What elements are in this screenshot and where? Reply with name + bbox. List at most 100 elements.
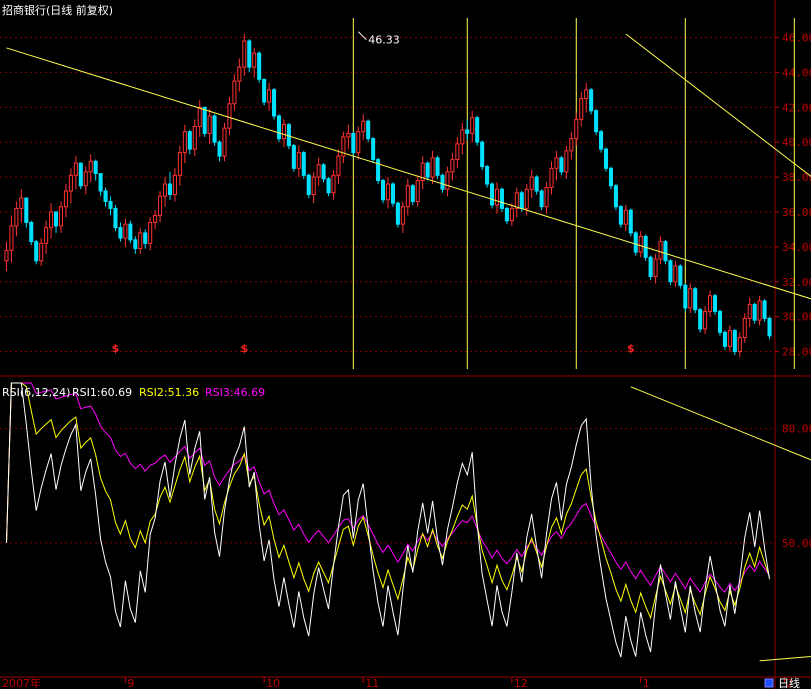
candle-body[interactable] bbox=[148, 221, 153, 244]
candle-body[interactable] bbox=[217, 141, 222, 157]
candle-body[interactable] bbox=[68, 174, 73, 192]
candle-body[interactable] bbox=[762, 300, 767, 319]
candle-body[interactable] bbox=[262, 78, 267, 103]
candle-body[interactable] bbox=[400, 206, 405, 225]
candle-body[interactable] bbox=[504, 207, 509, 222]
candle-body[interactable] bbox=[83, 171, 88, 187]
candle-body[interactable] bbox=[633, 232, 638, 253]
candle-body[interactable] bbox=[311, 176, 316, 196]
candle-body[interactable] bbox=[574, 118, 579, 140]
candle-body[interactable] bbox=[549, 167, 554, 189]
candle-body[interactable] bbox=[435, 157, 440, 176]
candle-body[interactable] bbox=[207, 115, 212, 134]
candle-body[interactable] bbox=[490, 183, 495, 206]
candle-body[interactable] bbox=[93, 160, 98, 175]
candle-body[interactable] bbox=[722, 331, 727, 347]
candle-body[interactable] bbox=[544, 187, 549, 208]
candle-body[interactable] bbox=[470, 117, 475, 134]
candle-body[interactable] bbox=[450, 159, 455, 173]
candle-body[interactable] bbox=[559, 157, 564, 173]
candle-body[interactable] bbox=[554, 157, 559, 169]
candle-body[interactable] bbox=[24, 197, 29, 223]
candle-body[interactable] bbox=[678, 265, 683, 286]
candle-body[interactable] bbox=[143, 232, 148, 244]
candle-body[interactable] bbox=[296, 152, 301, 169]
candle-body[interactable] bbox=[425, 162, 430, 178]
candle-body[interactable] bbox=[693, 288, 698, 311]
candle-body[interactable] bbox=[519, 192, 524, 209]
candle-body[interactable] bbox=[291, 145, 296, 169]
candle-body[interactable] bbox=[237, 66, 242, 82]
candle-body[interactable] bbox=[712, 295, 718, 312]
candle-body[interactable] bbox=[727, 330, 732, 347]
candle-body[interactable] bbox=[118, 227, 123, 239]
candle-body[interactable] bbox=[747, 303, 752, 319]
candle-body[interactable] bbox=[88, 160, 93, 173]
candle-body[interactable] bbox=[9, 225, 14, 251]
candle-body[interactable] bbox=[564, 150, 569, 173]
candle-body[interactable] bbox=[371, 138, 376, 161]
candle-body[interactable] bbox=[494, 188, 500, 206]
candle-body[interactable] bbox=[351, 132, 356, 154]
candle-body[interactable] bbox=[257, 52, 262, 80]
candle-body[interactable] bbox=[499, 188, 504, 209]
candle-body[interactable] bbox=[673, 265, 678, 283]
candle-body[interactable] bbox=[187, 131, 192, 150]
candle-body[interactable] bbox=[366, 120, 371, 140]
candle-body[interactable] bbox=[73, 162, 78, 176]
candle-body[interactable] bbox=[14, 207, 19, 227]
candle-body[interactable] bbox=[648, 256, 653, 278]
candle-body[interactable] bbox=[415, 180, 420, 202]
candle-body[interactable] bbox=[153, 214, 158, 223]
candle-body[interactable] bbox=[336, 155, 341, 176]
candle-body[interactable] bbox=[703, 310, 708, 330]
candle-body[interactable] bbox=[613, 185, 618, 208]
candle-body[interactable] bbox=[361, 120, 366, 133]
candle-body[interactable] bbox=[381, 180, 386, 201]
candle-body[interactable] bbox=[108, 200, 113, 209]
candle-body[interactable] bbox=[668, 260, 673, 283]
candle-body[interactable] bbox=[395, 202, 400, 225]
candle-body[interactable] bbox=[58, 206, 64, 227]
candle-body[interactable] bbox=[247, 40, 252, 68]
candle-body[interactable] bbox=[475, 117, 480, 143]
candle-body[interactable] bbox=[628, 209, 633, 234]
candle-body[interactable] bbox=[529, 176, 534, 190]
candle-body[interactable] bbox=[172, 174, 177, 195]
period-toggle-icon[interactable] bbox=[764, 678, 774, 688]
candle-body[interactable] bbox=[480, 141, 485, 168]
candle-body[interactable] bbox=[737, 337, 742, 353]
candle-body[interactable] bbox=[524, 188, 529, 209]
candle-body[interactable] bbox=[53, 211, 59, 227]
candle-body[interactable] bbox=[460, 129, 465, 145]
candle-body[interactable] bbox=[465, 129, 470, 134]
candle-body[interactable] bbox=[267, 89, 272, 103]
candle-body[interactable] bbox=[708, 295, 713, 312]
candle-body[interactable] bbox=[202, 106, 207, 134]
candle-body[interactable] bbox=[222, 127, 227, 157]
candle-body[interactable] bbox=[306, 174, 311, 195]
candle-body[interactable] bbox=[683, 284, 688, 309]
candle-body[interactable] bbox=[653, 258, 658, 278]
candle-body[interactable] bbox=[455, 143, 460, 161]
candle-body[interactable] bbox=[757, 300, 762, 321]
candle-body[interactable] bbox=[19, 197, 24, 209]
candle-body[interactable] bbox=[410, 185, 415, 202]
candle-body[interactable] bbox=[445, 171, 450, 190]
candle-body[interactable] bbox=[376, 159, 381, 182]
candle-body[interactable] bbox=[197, 106, 202, 127]
candle-body[interactable] bbox=[212, 115, 217, 143]
candle-body[interactable] bbox=[514, 192, 519, 209]
candle-body[interactable] bbox=[698, 309, 703, 330]
candle-body[interactable] bbox=[346, 132, 351, 138]
candle-body[interactable] bbox=[430, 157, 435, 178]
candle-body[interactable] bbox=[440, 174, 445, 190]
candle-body[interactable] bbox=[767, 317, 772, 337]
candle-body[interactable] bbox=[138, 232, 143, 250]
candle-body[interactable] bbox=[128, 223, 133, 241]
candle-body[interactable] bbox=[167, 183, 173, 195]
candle-body[interactable] bbox=[321, 164, 326, 180]
candle-body[interactable] bbox=[162, 183, 168, 197]
candle-body[interactable] bbox=[123, 223, 128, 239]
candle-body[interactable] bbox=[599, 131, 604, 150]
